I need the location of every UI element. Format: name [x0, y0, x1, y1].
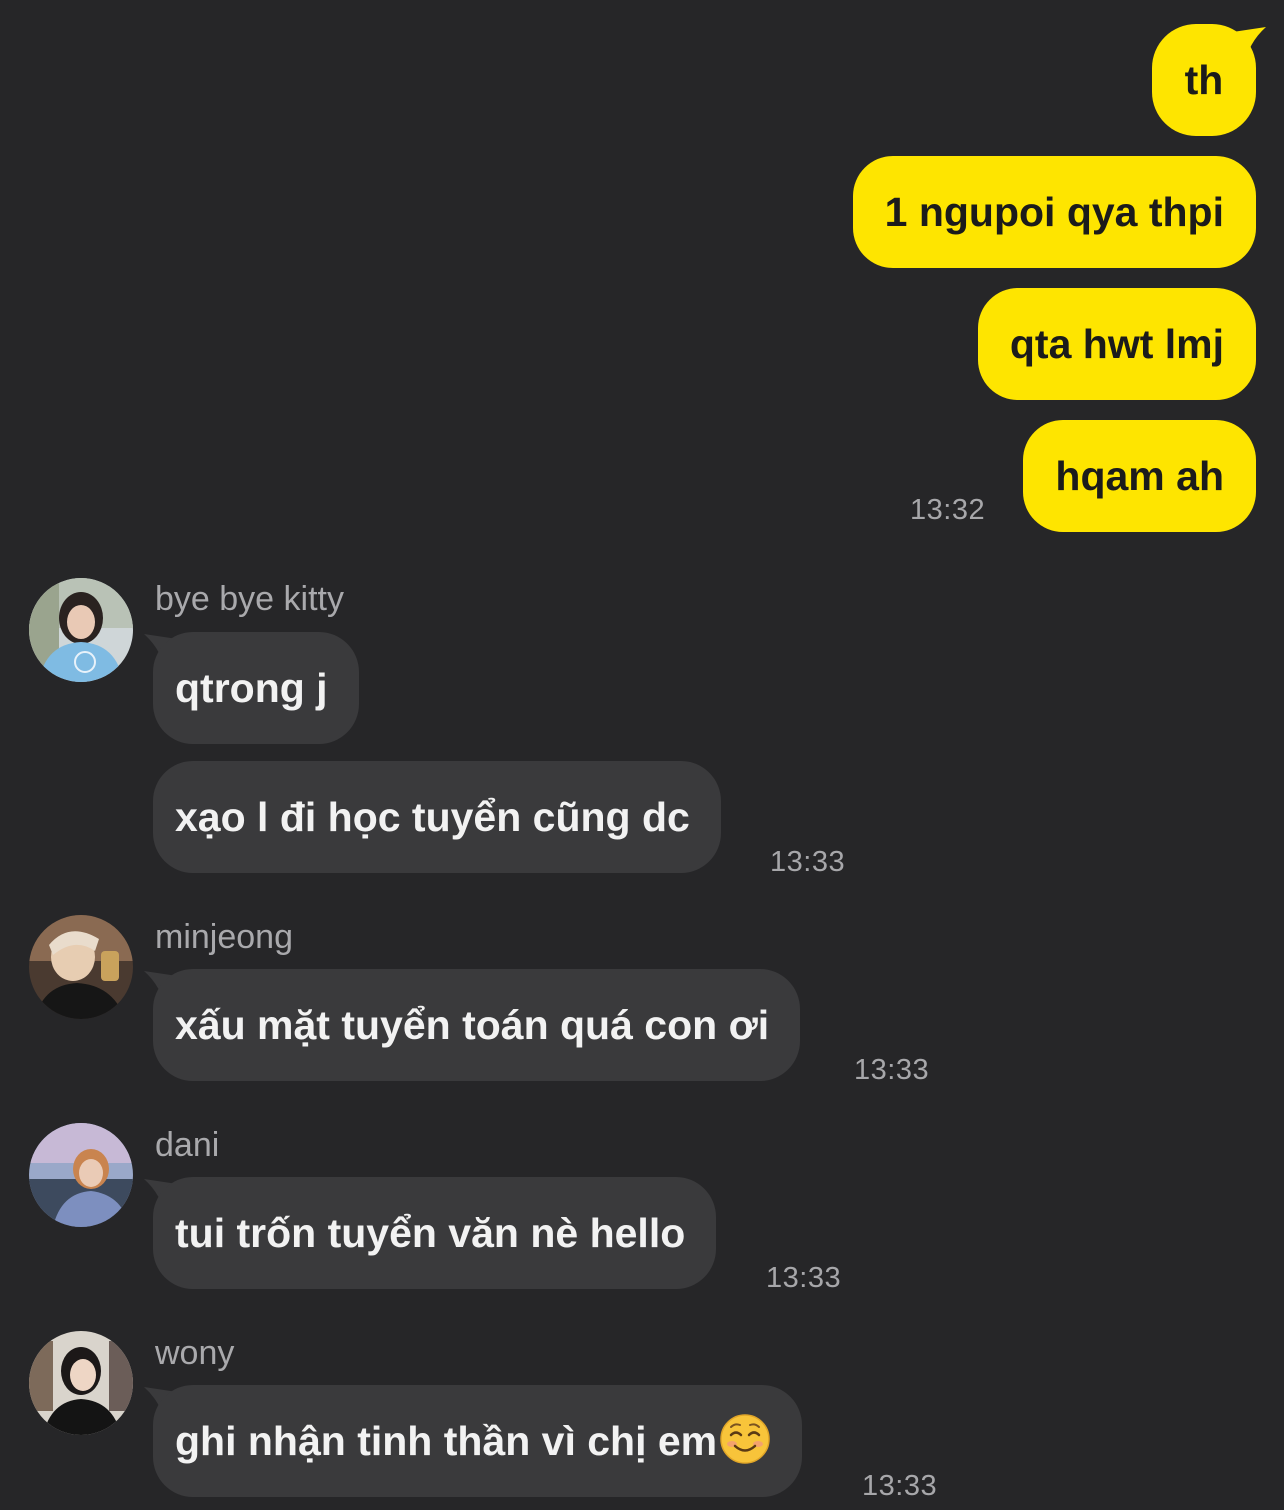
sender-name: bye bye kitty — [155, 580, 344, 618]
message-time: 13:33 — [862, 1470, 938, 1502]
outgoing-message[interactable]: hqam ah — [1023, 420, 1256, 532]
message-text: tui trốn tuyển văn nè hello — [175, 1210, 686, 1256]
outgoing-message[interactable]: 1 ngupoi qya thpi — [852, 156, 1256, 268]
avatar[interactable] — [29, 915, 133, 1019]
sender-name: minjeong — [155, 918, 293, 956]
incoming-message[interactable]: ghi nhận tinh thần vì chị em — [153, 1385, 803, 1497]
outgoing-bubble-tail — [1226, 27, 1266, 67]
message-text: qta hwt lmj — [1009, 321, 1224, 367]
sender-name: dani — [155, 1126, 220, 1164]
message-text: qtrong j — [175, 665, 328, 711]
incoming-message[interactable]: xấu mặt tuyển toán quá con ơi — [153, 969, 801, 1081]
smiling-face-icon — [720, 1414, 770, 1464]
message-text: xạo l đi học tuyển cũng dc — [175, 794, 690, 840]
message-time: 13:32 — [910, 494, 986, 526]
message-text: hqam ah — [1055, 453, 1224, 499]
incoming-message[interactable]: xạo l đi học tuyển cũng dc — [153, 761, 721, 873]
message-time: 13:33 — [770, 846, 846, 878]
message-text: th — [1184, 57, 1224, 103]
message-time: 13:33 — [766, 1262, 842, 1294]
avatar[interactable] — [29, 1331, 133, 1435]
chat-window: th 1 ngupoi qya thpi qta hwt lmj 13:32 h… — [0, 0, 1284, 1510]
avatar[interactable] — [29, 1123, 133, 1227]
message-text: 1 ngupoi qya thpi — [884, 189, 1224, 235]
outgoing-message[interactable]: qta hwt lmj — [977, 288, 1256, 400]
message-text: ghi nhận tinh thần vì chị em — [175, 1418, 718, 1464]
message-time: 13:33 — [854, 1054, 930, 1086]
avatar[interactable] — [29, 578, 133, 682]
sender-name: wony — [155, 1334, 235, 1372]
incoming-message[interactable]: tui trốn tuyển văn nè hello — [153, 1177, 717, 1289]
message-text: xấu mặt tuyển toán quá con ơi — [175, 1002, 770, 1048]
incoming-message[interactable]: qtrong j — [153, 632, 359, 744]
